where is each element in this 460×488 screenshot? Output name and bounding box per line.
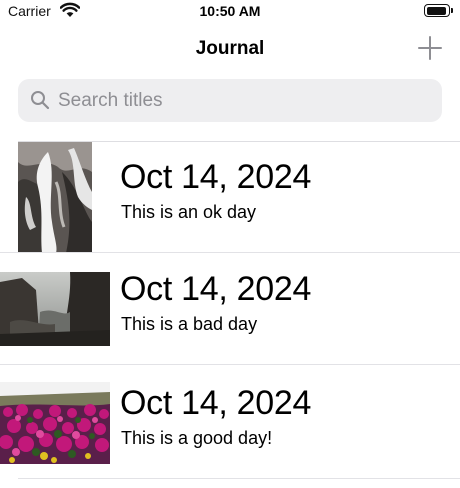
journal-entry-row[interactable]: Oct 14, 2024 This is a good day! xyxy=(0,365,460,479)
entry-date: Oct 14, 2024 xyxy=(120,270,312,308)
search-input[interactable] xyxy=(58,79,428,122)
search-bar[interactable] xyxy=(18,79,442,122)
divider xyxy=(18,478,460,479)
entry-title: This is a good day! xyxy=(121,428,273,448)
add-entry-button[interactable] xyxy=(414,32,446,64)
plus-icon xyxy=(418,36,442,60)
battery-icon xyxy=(424,4,453,17)
status-time: 10:50 AM xyxy=(199,3,261,19)
page-title: Journal xyxy=(195,38,265,59)
battery-level-fill xyxy=(426,6,447,15)
entry-date: Oct 14, 2024 xyxy=(120,384,312,422)
entry-title: This is a bad day xyxy=(121,314,258,334)
status-bar: Carrier 10:50 AM xyxy=(0,0,460,24)
magnifier-icon xyxy=(31,91,50,110)
entry-thumbnail-canyon xyxy=(0,272,110,346)
entry-thumbnail-flowers xyxy=(0,382,110,464)
entry-thumbnail-waterfall xyxy=(18,142,92,253)
journal-entry-row[interactable]: Oct 14, 2024 This is a bad day xyxy=(0,253,460,365)
entry-title: This is an ok day xyxy=(121,202,257,222)
entry-date: Oct 14, 2024 xyxy=(120,158,312,196)
journal-entry-row[interactable]: Oct 14, 2024 This is an ok day xyxy=(0,141,460,253)
